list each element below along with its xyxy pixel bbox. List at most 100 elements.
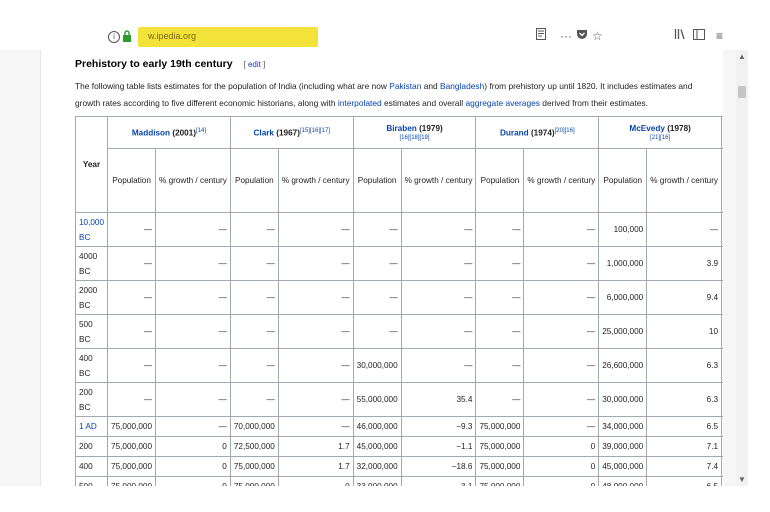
year-header: Year xyxy=(74,116,109,213)
population-cell: 6,000,000 xyxy=(721,280,723,315)
link-bangladesh[interactable]: Bangladesh xyxy=(440,81,484,91)
link-aggregate-averages[interactable]: aggregate averages xyxy=(465,98,540,108)
source-link-1[interactable]: Clark xyxy=(254,128,274,137)
growth-cell: 9.4 xyxy=(646,280,723,315)
menu-icon[interactable]: ≡ xyxy=(716,28,723,44)
sidebar-icon[interactable] xyxy=(693,28,705,44)
year-cell: 500 xyxy=(74,476,109,486)
section-title: Prehistory to early 19th century xyxy=(75,58,233,70)
population-cell: 45,000,000 xyxy=(598,456,648,477)
table-row: 2000 BC————————6,000,0009.46,000,0009.4B… xyxy=(74,280,723,315)
info-icon[interactable]: i xyxy=(108,31,120,43)
growth-subheader-3: % growth / century xyxy=(523,148,600,213)
year-cell: 200 xyxy=(74,436,109,457)
year-cell[interactable]: 10,000 BC xyxy=(74,212,109,247)
year-cell[interactable]: 1 AD xyxy=(74,416,109,437)
table-row: 10,000 BC————————100,000—100,000—Stone A… xyxy=(74,212,723,247)
year-cell: 2000 BC xyxy=(74,280,109,315)
population-cell: — xyxy=(107,280,157,315)
population-cell: — xyxy=(352,212,402,247)
growth-cell: 3.9 xyxy=(646,246,723,281)
population-cell: 75,000,000 xyxy=(107,476,157,486)
population-cell: — xyxy=(475,382,525,417)
growth-cell: 0 xyxy=(523,436,600,457)
population-cell: — xyxy=(229,314,279,349)
population-cell: 1,000,000 xyxy=(598,246,648,281)
scroll-up-icon[interactable]: ▲ xyxy=(738,52,746,61)
source-header-3: Durand (1974)[20][16] xyxy=(475,116,600,149)
source-refs-4[interactable]: [21][16] xyxy=(602,134,718,142)
growth-cell: — xyxy=(155,314,231,349)
growth-cell: — xyxy=(277,212,354,247)
reader-icon[interactable] xyxy=(536,28,546,44)
population-cell: 25,000,000 xyxy=(598,314,648,349)
vertical-scrollbar[interactable]: ▲ ▼ xyxy=(736,50,748,486)
population-cell: — xyxy=(229,348,279,383)
url-text: w.ipedia.org xyxy=(148,31,197,41)
population-cell: 75,000,000 xyxy=(475,416,525,437)
link-interpolated[interactable]: interpolated xyxy=(338,98,382,108)
population-cell: 42,500,000 xyxy=(721,382,723,417)
source-link-2[interactable]: Biraben xyxy=(386,124,416,133)
source-link-3[interactable]: Durand xyxy=(500,128,529,137)
growth-cell: — xyxy=(523,416,600,437)
population-cell: 72,500,000 xyxy=(229,436,279,457)
edit-link[interactable]: edit xyxy=(248,60,261,69)
population-cell: 60,000,000 xyxy=(721,416,723,437)
growth-cell: 1.7 xyxy=(277,436,354,457)
source-refs-2[interactable]: [16][18][19] xyxy=(357,134,473,142)
population-cell: — xyxy=(475,280,525,315)
population-cell: 30,000,000 xyxy=(598,382,648,417)
population-table: Year Maddison (2001)[14] Clark (1967)[15]… xyxy=(74,116,723,486)
growth-cell: — xyxy=(277,314,354,349)
growth-cell: 10 xyxy=(646,314,723,349)
edit-section: [ edit ] xyxy=(243,60,266,69)
source-year-0: (2001) xyxy=(172,128,197,138)
scroll-down-icon[interactable]: ▼ xyxy=(738,475,746,484)
population-cell: 61,200,000 xyxy=(721,476,723,486)
section-heading: Prehistory to early 19th century [ edit … xyxy=(75,58,265,70)
growth-cell: 0 xyxy=(523,476,600,486)
more-icon[interactable]: ··· xyxy=(560,28,572,44)
population-cell: 32,000,000 xyxy=(352,456,402,477)
source-refs-1[interactable]: [15][16][17] xyxy=(300,128,330,134)
growth-cell: — xyxy=(523,212,600,247)
source-year-3: (1974) xyxy=(530,128,555,138)
source-header-2: Biraben (1979) [16][18][19] xyxy=(352,116,477,149)
table-row: 200 75,000,000 0 72,500,000 1.7 45,000,000 −1.… xyxy=(74,436,723,457)
population-cell: 75,000,000 xyxy=(229,476,279,486)
population-cell: 26,600,000 xyxy=(598,348,648,383)
year-cell: 500 BC xyxy=(74,314,109,349)
source-header-1: Clark (1967)[15][16][17] xyxy=(229,116,354,149)
growth-subheader-0: % growth / century xyxy=(155,148,231,213)
population-cell: 75,000,000 xyxy=(107,436,157,457)
source-refs-3[interactable]: [20][16] xyxy=(555,128,575,134)
pocket-icon[interactable] xyxy=(576,28,588,44)
population-cell: 34,000,000 xyxy=(598,416,648,437)
source-link-0[interactable]: Maddison xyxy=(132,128,170,137)
growth-cell: 6.3 xyxy=(646,382,723,417)
population-cell: 75,000,000 xyxy=(475,436,525,457)
growth-cell: 6.5 xyxy=(646,416,723,437)
growth-cell: — xyxy=(400,348,477,383)
growth-cell: — xyxy=(155,212,231,247)
year-cell: 400 xyxy=(74,456,109,477)
population-cell: — xyxy=(107,314,157,349)
population-cell: — xyxy=(475,246,525,281)
scroll-thumb[interactable] xyxy=(738,86,746,98)
library-icon[interactable] xyxy=(674,28,686,44)
table-row: 500 BC————————25,000,0001025,000,00010Ir… xyxy=(74,314,723,349)
source-year-2: (1979) xyxy=(419,124,443,133)
growth-cell: 7.4 xyxy=(646,456,723,477)
population-cell: 33,000,000 xyxy=(352,476,402,486)
growth-cell: — xyxy=(277,416,354,437)
source-refs-0[interactable]: [14] xyxy=(196,128,206,134)
population-subheader-4: Population xyxy=(598,148,648,213)
link-pakistan[interactable]: Pakistan xyxy=(389,81,421,91)
source-link-4[interactable]: McEvedy xyxy=(629,124,665,133)
page-margin-left xyxy=(0,50,40,486)
population-cell: — xyxy=(229,382,279,417)
table-row: 4000 BC————————1,000,0003.91,000,0003.9 xyxy=(74,246,723,281)
url-bar[interactable]: i w.ipedia.org xyxy=(98,26,612,48)
bookmark-star-icon[interactable]: ☆ xyxy=(592,28,603,44)
